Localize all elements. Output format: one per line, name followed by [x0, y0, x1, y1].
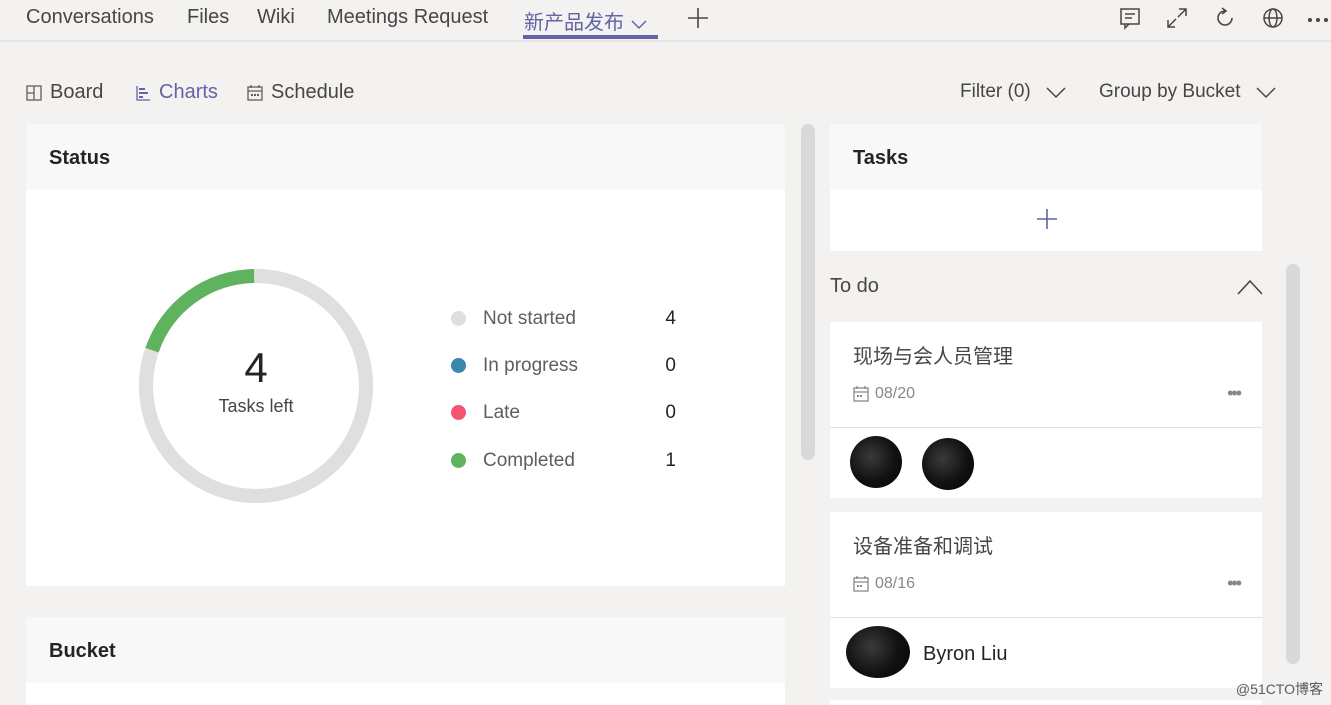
expand-icon[interactable] [1165, 6, 1189, 30]
tasks-left-count: 4 [244, 344, 268, 391]
chevron-down-icon [631, 20, 647, 29]
task-divider [830, 617, 1262, 618]
calendar-icon [853, 576, 869, 592]
bucket-card: Bucket [26, 617, 785, 705]
tasks-card-title: Tasks [853, 147, 909, 169]
task-title[interactable]: 现场与会人员管理 [853, 340, 1013, 369]
group-by-label: Group by Bucket [1099, 81, 1241, 102]
tab-planner[interactable]: 新产品发布 [524, 6, 648, 35]
view-charts-label: Charts [159, 81, 218, 103]
legend-count-in-progress: 0 [665, 355, 676, 376]
board-icon [26, 84, 42, 101]
avatar[interactable] [846, 626, 910, 678]
chevron-down-icon [1046, 87, 1066, 99]
globe-icon[interactable] [1261, 6, 1285, 30]
add-task-icon[interactable] [1036, 208, 1058, 230]
legend-dot-in-progress [451, 358, 466, 373]
task-divider [830, 427, 1262, 428]
task-card[interactable]: 现场与会人员管理 08/20 ••• [830, 322, 1262, 498]
refresh-icon[interactable] [1213, 6, 1237, 30]
bucket-name-todo: To do [830, 275, 879, 297]
avatar[interactable] [922, 438, 974, 490]
tab-planner-label: 新产品发布 [524, 12, 624, 34]
task-card[interactable] [830, 700, 1262, 705]
chevron-up-icon[interactable] [1236, 278, 1264, 296]
task-due-date-text: 08/20 [875, 385, 916, 402]
tab-files[interactable]: Files [187, 6, 229, 29]
filter-button[interactable]: Filter (0) [960, 81, 1067, 103]
tasks-left-label: Tasks left [218, 396, 294, 416]
legend-count-completed: 1 [665, 450, 676, 471]
legend-label-not-started: Not started [483, 308, 576, 329]
view-charts[interactable]: Charts [135, 81, 218, 104]
bucket-card-header [26, 617, 785, 683]
charts-icon [136, 85, 150, 101]
conversation-icon[interactable] [1118, 6, 1142, 30]
group-by-button[interactable]: Group by Bucket [1099, 81, 1277, 103]
view-board-label: Board [50, 81, 104, 103]
legend-label-completed: Completed [483, 450, 575, 471]
more-options-icon[interactable] [1307, 6, 1329, 30]
calendar-icon [247, 84, 263, 101]
add-tab-icon[interactable] [686, 6, 710, 30]
task-card[interactable]: 设备准备和调试 08/16 ••• Byron Liu [830, 512, 1262, 688]
watermark: @51CTO博客 [1235, 681, 1323, 697]
filter-label: Filter (0) [960, 81, 1031, 102]
legend-dot-not-started [451, 311, 466, 326]
assignee-name: Byron Liu [923, 643, 1008, 665]
calendar-icon [853, 386, 869, 402]
view-schedule[interactable]: Schedule [247, 81, 354, 104]
charts-scrollbar[interactable] [801, 124, 815, 460]
view-schedule-label: Schedule [271, 81, 355, 103]
status-card-header [26, 124, 785, 190]
legend-count-not-started: 4 [665, 308, 676, 329]
legend-dot-late [451, 405, 466, 420]
tasks-scrollbar[interactable] [1286, 264, 1300, 664]
task-due-date: 08/16 [853, 575, 915, 593]
view-board[interactable]: Board [26, 81, 103, 104]
task-title[interactable]: 设备准备和调试 [853, 530, 993, 559]
tab-meetings-request[interactable]: Meetings Request [327, 6, 488, 29]
legend-count-late: 0 [665, 402, 676, 423]
task-due-date: 08/20 [853, 385, 915, 403]
tab-conversations[interactable]: Conversations [26, 6, 154, 29]
status-card-title: Status [49, 147, 111, 169]
legend-label-in-progress: In progress [483, 355, 579, 376]
more-options-icon[interactable]: ••• [1227, 573, 1242, 594]
tasks-card: Tasks [830, 124, 1262, 251]
avatar[interactable] [850, 436, 902, 488]
bucket-card-title: Bucket [49, 640, 116, 662]
tab-wiki[interactable]: Wiki [257, 6, 295, 29]
task-due-date-text: 08/16 [875, 575, 916, 592]
active-tab-indicator [523, 35, 658, 39]
legend-label-late: Late [483, 402, 520, 423]
chevron-down-icon [1256, 87, 1276, 99]
legend-dot-completed [451, 453, 466, 468]
donut-slice-completed [145, 269, 255, 353]
more-options-icon[interactable]: ••• [1227, 383, 1242, 404]
